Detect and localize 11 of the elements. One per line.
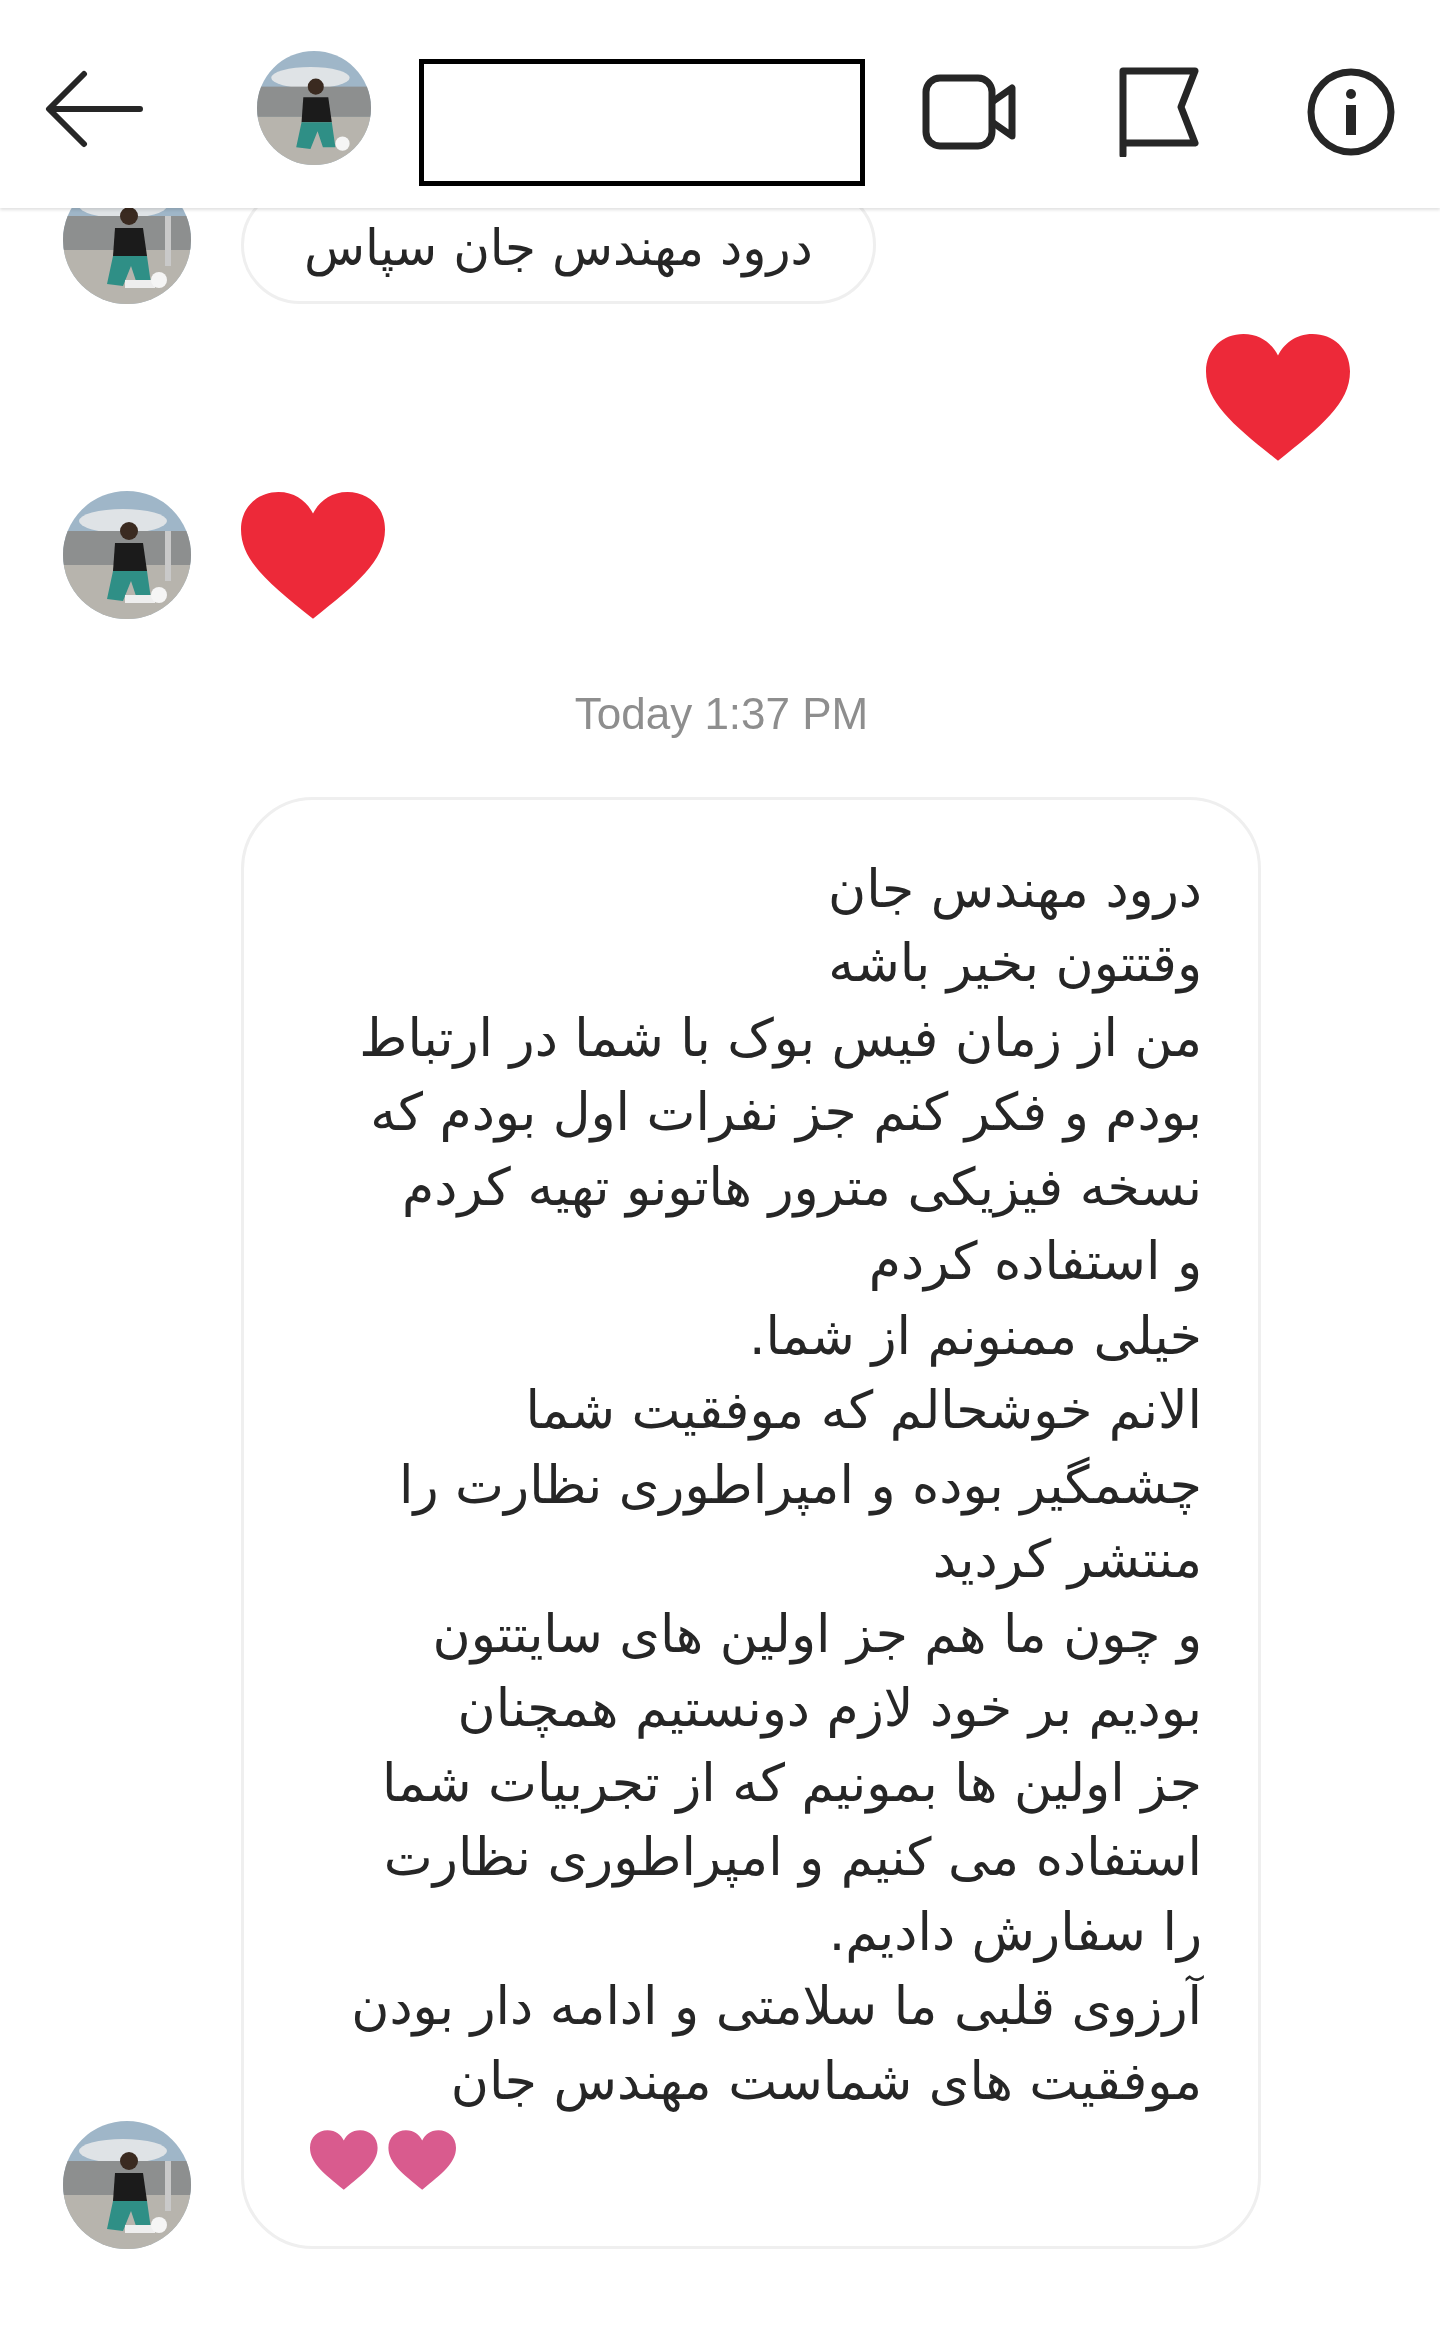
report-button[interactable] [1117, 67, 1201, 157]
heart-icon [1206, 334, 1350, 461]
back-button[interactable] [44, 70, 144, 148]
message-text: درود مهندس جان وقتتون بخیر باشه من از زمان فیس بوک با شما در ارتباط بودم و فکر کنم جز نفرات اول بودم که نسخه فیزیکی مترور هاتونو تهیه کردم و استفاده کردم خیلی ممنونم از شما. الانم خوشحالم که موفقیت شما چشمگیر بوده و امپراطوری نظارت را منتشر کردید و چون ما هم جز اولین های سایتتون بودیم بر خود لازم دونستیم همچنان جز اولین ها بمونیم که از تجربیات شما استفاده می کنیم و امپراطوری نظارت را سفارش دادیم. آرزوی قلبی ما سلامتی و ادامه دار بودن موفقیت های شماست مهندس جان [351, 857, 1202, 2114]
back-arrow-icon [44, 70, 144, 148]
message-text: درود مهندس جان سپاس [304, 219, 813, 277]
info-button[interactable] [1306, 67, 1396, 157]
heart-icon [241, 492, 385, 619]
timestamp: Today 1:37 PM [574, 688, 869, 739]
flag-icon [1117, 67, 1201, 157]
info-icon [1306, 67, 1396, 157]
